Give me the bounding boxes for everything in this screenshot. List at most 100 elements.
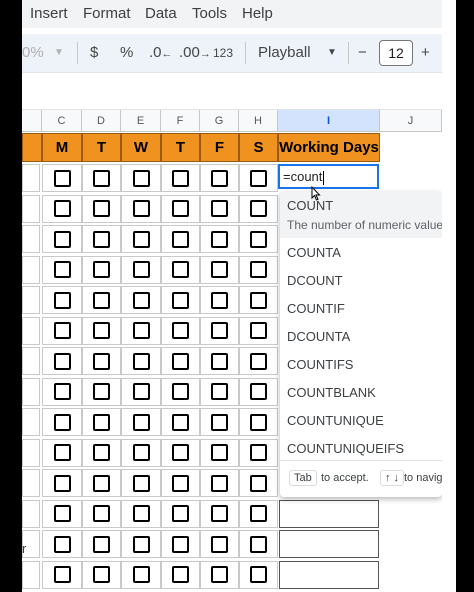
day-checkbox[interactable] [132,261,150,278]
day-cell[interactable] [121,469,161,497]
day-cell[interactable] [42,499,82,528]
day-cell[interactable] [161,286,200,314]
day-cell[interactable] [161,408,200,436]
day-checkbox[interactable] [93,535,110,553]
row-partial-cell[interactable] [22,255,40,284]
row-partial-cell[interactable] [22,499,40,528]
day-cell[interactable] [42,560,82,589]
day-checkbox[interactable] [93,230,110,248]
day-checkbox[interactable] [211,261,228,278]
day-checkbox[interactable] [211,291,228,309]
day-checkbox[interactable] [93,352,110,370]
currency-format-button[interactable]: $ [90,44,98,61]
menu-insert[interactable]: Insert [30,5,68,22]
day-checkbox[interactable] [211,505,228,522]
day-checkbox[interactable] [172,261,189,278]
day-cell[interactable] [42,408,82,436]
day-checkbox[interactable] [93,474,110,492]
increase-decimal-button[interactable]: .00→ [179,44,211,61]
day-cell[interactable] [121,286,161,314]
day-cell[interactable] [200,194,239,223]
day-cell[interactable] [42,347,82,375]
menu-format[interactable]: Format [83,5,131,22]
day-checkbox[interactable] [132,413,150,431]
day-cell[interactable] [239,225,278,253]
header-cell-monday[interactable]: M [42,133,82,162]
day-cell[interactable] [161,377,200,406]
autocomplete-highlighted-item[interactable]: COUNT The number of numeric values [280,192,442,238]
zoom-select[interactable]: 0% [22,44,44,61]
day-checkbox[interactable] [250,291,267,309]
day-cell[interactable] [82,194,121,223]
day-cell[interactable] [121,438,161,467]
menu-data[interactable]: Data [145,5,177,22]
column-header-c[interactable]: C [42,110,82,132]
day-checkbox[interactable] [53,413,71,431]
column-header-g[interactable]: G [200,110,239,132]
autocomplete-item-dcount[interactable]: DCOUNT [287,273,343,288]
working-days-cell[interactable] [279,530,379,558]
row-partial-cell[interactable] [22,377,40,406]
day-cell[interactable] [239,530,278,558]
day-cell[interactable] [200,225,239,253]
header-cell-thursday[interactable]: T [161,133,200,162]
font-select[interactable]: Playball [258,44,311,61]
day-checkbox[interactable] [132,535,150,553]
day-cell[interactable] [42,255,82,284]
row-partial-cell[interactable] [22,347,40,375]
day-checkbox[interactable] [53,383,71,400]
menu-help[interactable]: Help [242,5,273,22]
column-header-h[interactable]: H [239,110,278,132]
day-checkbox[interactable] [53,322,71,339]
header-cell-tuesday[interactable]: T [82,133,121,162]
row-partial-cell[interactable] [22,164,40,192]
day-checkbox[interactable] [53,444,71,461]
day-cell[interactable] [42,286,82,314]
day-cell[interactable] [121,560,161,589]
day-cell[interactable] [200,286,239,314]
row-partial-cell[interactable] [22,438,40,467]
day-cell[interactable] [239,316,278,345]
day-cell[interactable] [161,225,200,253]
cell-editor-input[interactable]: =count [278,164,379,189]
autocomplete-item-countblank[interactable]: COUNTBLANK [287,385,376,400]
day-checkbox[interactable] [53,505,71,522]
day-checkbox[interactable] [250,322,267,339]
day-checkbox[interactable] [53,230,71,248]
day-checkbox[interactable] [93,261,110,278]
day-cell[interactable] [42,438,82,467]
day-checkbox[interactable] [172,505,189,522]
day-cell[interactable] [121,194,161,223]
day-cell[interactable] [121,377,161,406]
day-cell[interactable] [82,225,121,253]
day-checkbox[interactable] [53,535,71,553]
row-partial-cell[interactable] [22,194,40,223]
day-cell[interactable] [121,164,161,192]
day-checkbox[interactable] [93,322,110,339]
day-checkbox[interactable] [211,230,228,248]
day-checkbox[interactable] [132,230,150,248]
day-cell[interactable] [200,408,239,436]
day-checkbox[interactable] [172,444,189,461]
working-days-cell[interactable] [279,560,379,589]
day-checkbox[interactable] [93,200,110,217]
day-checkbox[interactable] [132,200,150,217]
day-cell[interactable] [200,255,239,284]
font-size-input[interactable]: 12 [379,40,413,66]
day-checkbox[interactable] [250,566,267,583]
day-cell[interactable] [82,499,121,528]
autocomplete-item-countunique[interactable]: COUNTUNIQUE [287,413,384,428]
day-checkbox[interactable] [250,535,267,553]
day-cell[interactable] [42,316,82,345]
day-cell[interactable] [161,316,200,345]
decrease-decimal-button[interactable]: .0← [149,44,173,61]
header-cell-working-days[interactable]: Working Days [278,133,380,162]
day-cell[interactable] [42,469,82,497]
day-cell[interactable] [161,164,200,192]
day-checkbox[interactable] [93,291,110,309]
day-checkbox[interactable] [132,291,150,309]
day-checkbox[interactable] [250,444,267,461]
header-cell-friday[interactable]: F [200,133,239,162]
day-checkbox[interactable] [172,169,189,187]
day-cell[interactable] [161,560,200,589]
